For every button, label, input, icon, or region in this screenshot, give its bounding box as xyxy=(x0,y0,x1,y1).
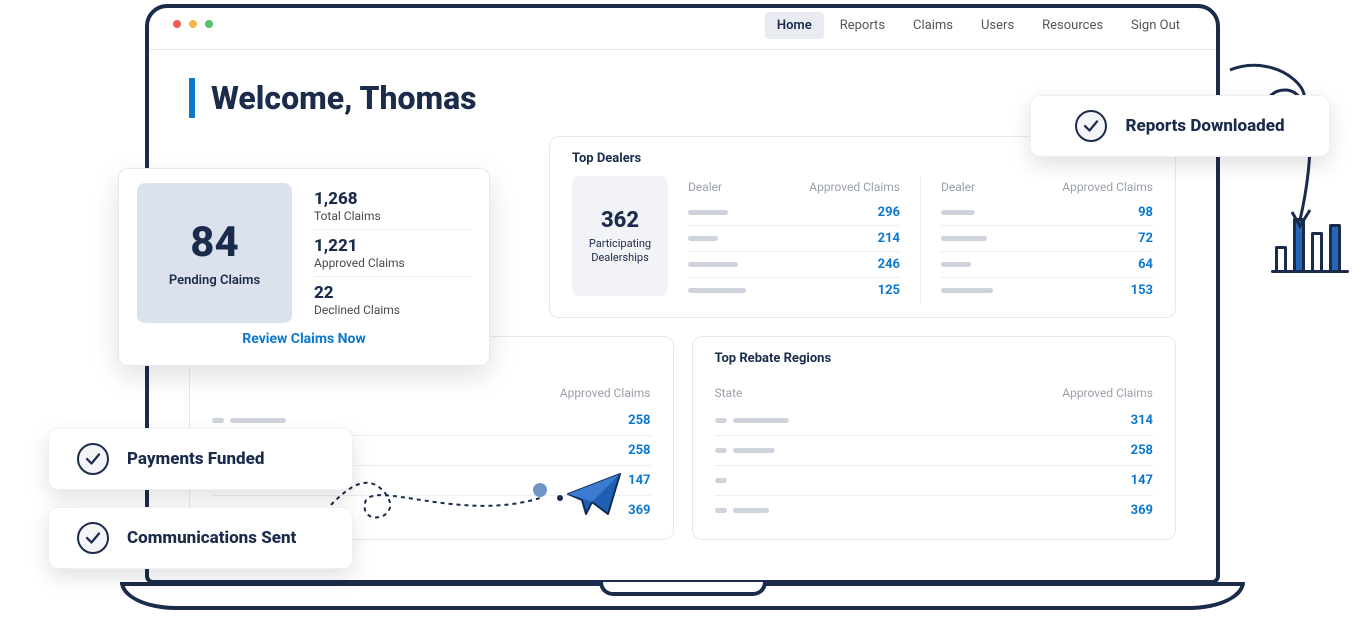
declined-claims-label: Declined Claims xyxy=(314,303,471,317)
approved-claims-label: Approved Claims xyxy=(314,256,471,270)
sku-value: 147 xyxy=(628,473,650,488)
sku-value: 258 xyxy=(628,413,650,428)
participating-dealerships-value: 362 xyxy=(601,208,639,233)
table-row: 98 xyxy=(941,200,1153,226)
list-item: 314 xyxy=(715,406,1154,436)
list-item: 258 xyxy=(715,436,1154,466)
check-icon xyxy=(77,443,109,475)
participating-dealerships-label: Participating Dealerships xyxy=(572,237,668,263)
laptop-base xyxy=(120,582,1245,610)
nav-home[interactable]: Home xyxy=(765,12,824,39)
list-item: 147 xyxy=(715,466,1154,496)
top-regions-panel: Top Rebate Regions State Approved Claims… xyxy=(692,336,1177,540)
page-title: Welcome, Thomas xyxy=(211,79,477,117)
reports-downloaded-label: Reports Downloaded xyxy=(1125,116,1284,136)
pending-claims-box: 84 Pending Claims xyxy=(137,183,292,323)
list-item: 369 xyxy=(715,496,1154,525)
table-row: 296 xyxy=(688,200,900,226)
participating-dealerships-box: 362 Participating Dealerships xyxy=(572,176,668,296)
dealer-value: 72 xyxy=(1138,231,1153,246)
top-skus-col-head: Approved Claims xyxy=(560,386,651,400)
review-claims-link[interactable]: Review Claims Now xyxy=(137,323,471,347)
approved-claims-value: 1,221 xyxy=(314,236,471,256)
dealer-col-2: Dealer Approved Claims 98 72 64 153 xyxy=(920,176,1153,303)
dealer-value: 153 xyxy=(1131,283,1153,298)
check-icon xyxy=(1075,110,1107,142)
dealer-value: 98 xyxy=(1138,205,1153,220)
nav-signout[interactable]: Sign Out xyxy=(1119,12,1192,39)
nav-reports[interactable]: Reports xyxy=(828,12,897,39)
sku-value: 258 xyxy=(628,443,650,458)
table-row: 246 xyxy=(688,252,900,278)
pending-claims-value: 84 xyxy=(190,218,238,267)
nav-users[interactable]: Users xyxy=(969,12,1026,39)
nav-resources[interactable]: Resources xyxy=(1030,12,1115,39)
dealer-col-1: Dealer Approved Claims 296 214 246 125 xyxy=(688,176,900,303)
nav-claims[interactable]: Claims xyxy=(901,12,965,39)
pending-claims-label: Pending Claims xyxy=(169,273,260,288)
payments-funded-pill: Payments Funded xyxy=(48,428,353,490)
table-row: 153 xyxy=(941,278,1153,303)
dealer-col-head-dealer: Dealer xyxy=(688,180,722,194)
top-nav: Home Reports Claims Users Resources Sign… xyxy=(149,12,1216,50)
dealer-col-head-claims: Approved Claims xyxy=(809,180,900,194)
table-row: 214 xyxy=(688,226,900,252)
table-row: 64 xyxy=(941,252,1153,278)
dealer-col-head-claims: Approved Claims xyxy=(1062,180,1153,194)
table-row: 125 xyxy=(688,278,900,303)
top-regions-col-head-state: State xyxy=(715,386,743,400)
region-value: 314 xyxy=(1131,413,1153,428)
dealer-value: 246 xyxy=(878,257,900,272)
communications-sent-label: Communications Sent xyxy=(127,528,296,548)
check-icon xyxy=(77,522,109,554)
region-value: 147 xyxy=(1131,473,1153,488)
total-claims-label: Total Claims xyxy=(314,209,471,223)
payments-funded-label: Payments Funded xyxy=(127,449,264,469)
reports-downloaded-pill: Reports Downloaded xyxy=(1030,95,1330,157)
dealer-value: 214 xyxy=(878,231,900,246)
dealer-col-head-dealer: Dealer xyxy=(941,180,975,194)
declined-claims-value: 22 xyxy=(314,283,471,303)
sku-value: 369 xyxy=(628,503,650,518)
top-regions-col-head-claims: Approved Claims xyxy=(1062,386,1153,400)
claims-summary-card: 84 Pending Claims 1,268Total Claims 1,22… xyxy=(118,168,490,366)
total-claims-value: 1,268 xyxy=(314,189,471,209)
top-regions-title: Top Rebate Regions xyxy=(715,351,1154,366)
region-value: 258 xyxy=(1131,443,1153,458)
dealer-value: 64 xyxy=(1138,257,1153,272)
top-dealers-panel: Top Dealers 362 Participating Dealership… xyxy=(549,136,1176,318)
dealer-value: 125 xyxy=(878,283,900,298)
region-value: 369 xyxy=(1131,503,1153,518)
table-row: 72 xyxy=(941,226,1153,252)
welcome-heading: Welcome, Thomas xyxy=(189,78,1176,118)
communications-sent-pill: Communications Sent xyxy=(48,507,353,569)
dealer-value: 296 xyxy=(878,205,900,220)
